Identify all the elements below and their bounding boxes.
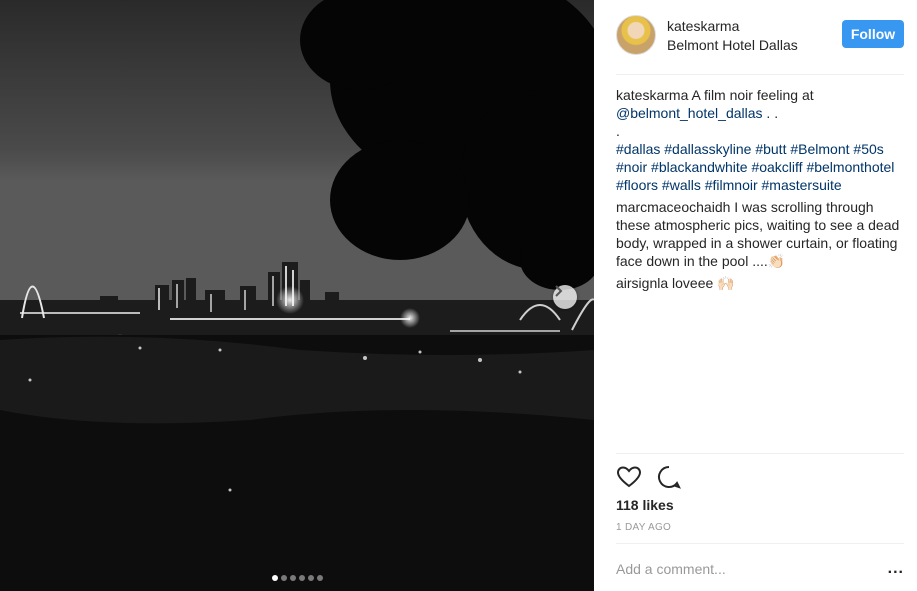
comments-list: kateskarma A film noir feeling at @belmo… bbox=[616, 86, 906, 296]
hashtag-link[interactable]: #dallas bbox=[616, 141, 660, 157]
comment-bar: ... bbox=[616, 543, 904, 591]
next-photo-button[interactable] bbox=[553, 285, 577, 309]
carousel-dot bbox=[280, 575, 287, 581]
caption-hashtags: #dallas #dallasskyline #butt #Belmont #5… bbox=[616, 141, 894, 193]
post-username[interactable]: kateskarma bbox=[667, 18, 739, 34]
carousel-dot bbox=[271, 575, 278, 581]
comment-username[interactable]: marcmaceochaidh bbox=[616, 199, 730, 215]
caption-mention[interactable]: @belmont_hotel_dallas bbox=[616, 105, 763, 121]
hashtag-link[interactable]: #floors bbox=[616, 177, 658, 193]
hashtag-link[interactable]: #mastersuite bbox=[762, 177, 842, 193]
hashtag-link[interactable]: #Belmont bbox=[790, 141, 849, 157]
hashtag-link[interactable]: #oakcliff bbox=[751, 159, 802, 175]
caption-username[interactable]: kateskarma bbox=[616, 87, 688, 103]
more-options-icon[interactable]: ... bbox=[888, 560, 904, 578]
carousel-dot bbox=[316, 575, 323, 581]
likes-count[interactable]: 118 likes bbox=[616, 497, 674, 513]
carousel-dot bbox=[298, 575, 305, 581]
carousel-dot bbox=[289, 575, 296, 581]
avatar[interactable] bbox=[616, 15, 656, 55]
post-location[interactable]: Belmont Hotel Dallas bbox=[667, 37, 798, 53]
heart-icon[interactable] bbox=[616, 464, 642, 490]
carousel-indicator bbox=[0, 575, 594, 581]
post-photo[interactable] bbox=[0, 0, 594, 591]
comment-icon[interactable] bbox=[656, 464, 682, 490]
hashtag-link[interactable]: #walls bbox=[662, 177, 701, 193]
follow-button[interactable]: Follow bbox=[842, 20, 904, 48]
chevron-right-icon bbox=[555, 285, 563, 297]
post-header: kateskarma Belmont Hotel Dallas Follow bbox=[616, 15, 904, 75]
caption-text: A film noir feeling at bbox=[691, 87, 814, 103]
comment-text: loveee 🙌🏻 bbox=[672, 275, 735, 291]
hashtag-link[interactable]: #blackandwhite bbox=[651, 159, 748, 175]
hashtag-link[interactable]: #filmnoir bbox=[705, 177, 758, 193]
comment-input[interactable] bbox=[616, 558, 866, 580]
night-skyline-image bbox=[0, 0, 594, 591]
caption: kateskarma A film noir feeling at @belmo… bbox=[616, 86, 906, 194]
caption-dots: . . bbox=[762, 105, 779, 121]
hashtag-link[interactable]: #50s bbox=[853, 141, 883, 157]
hashtag-link[interactable]: #dallasskyline bbox=[664, 141, 751, 157]
post-timestamp[interactable]: 1 DAY AGO bbox=[616, 522, 671, 533]
post-sidebar: kateskarma Belmont Hotel Dallas Follow k… bbox=[594, 0, 917, 591]
carousel-dot bbox=[307, 575, 314, 581]
caption-dot: . bbox=[616, 123, 620, 139]
hashtag-link[interactable]: #butt bbox=[755, 141, 786, 157]
comment-item: airsignla loveee 🙌🏻 bbox=[616, 274, 906, 292]
post-actions: 118 likes 1 DAY AGO bbox=[616, 453, 904, 543]
comment-item: marcmaceochaidh I was scrolling through … bbox=[616, 198, 906, 270]
comment-username[interactable]: airsignla bbox=[616, 275, 668, 291]
hashtag-link[interactable]: #belmonthotel bbox=[806, 159, 894, 175]
hashtag-link[interactable]: #noir bbox=[616, 159, 647, 175]
